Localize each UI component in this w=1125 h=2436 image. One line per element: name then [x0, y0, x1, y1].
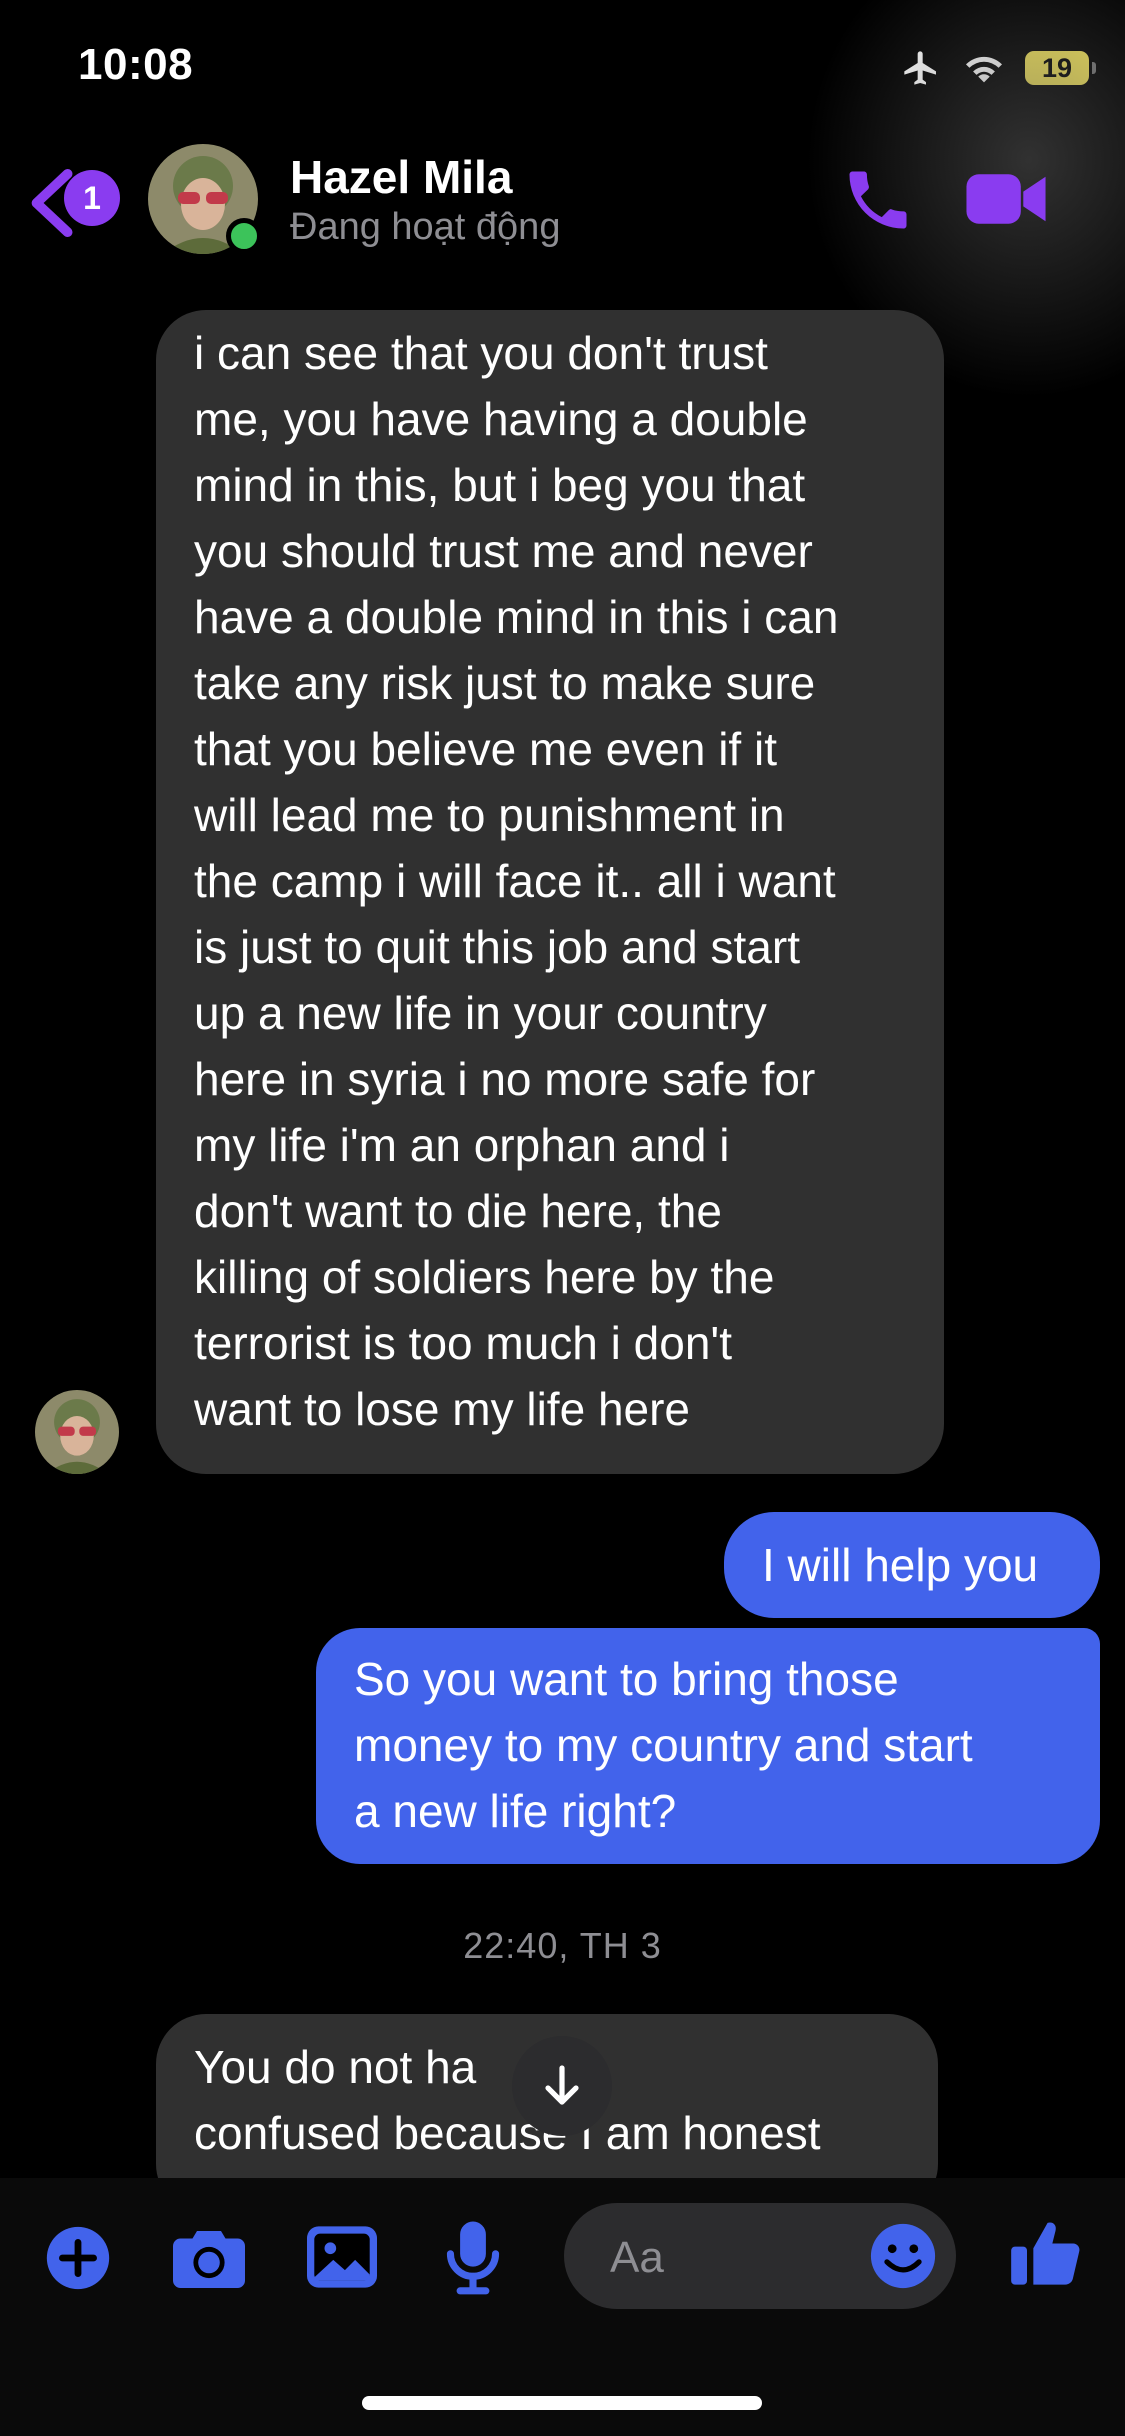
outgoing-message[interactable]: I will help you	[724, 1512, 1100, 1618]
contact-name[interactable]: Hazel Mila	[290, 150, 512, 204]
message-line: will lead me to punishment in	[194, 789, 785, 841]
sender-avatar[interactable]	[35, 1390, 119, 1474]
message-line: I will help you	[762, 1539, 1039, 1591]
emoji-icon[interactable]	[868, 2221, 938, 2291]
message-line: the camp i will face it.. all i want	[194, 855, 836, 907]
message-line: So you want to bring those	[354, 1653, 899, 1705]
message-line: that you believe me even if it	[194, 723, 777, 775]
message-timestamp: 22:40, TH 3	[463, 1925, 662, 1966]
microphone-icon[interactable]	[444, 2218, 502, 2296]
message-line: want to lose my life here	[194, 1383, 691, 1435]
conversation-header: 1 Hazel Mila Đang hoạt động	[0, 0, 1125, 400]
arrow-down-icon	[545, 2065, 579, 2105]
message-line: a new life right?	[354, 1785, 677, 1837]
message-composer: Aa	[0, 2178, 1125, 2436]
online-indicator	[226, 218, 262, 254]
message-line: you should trust me and never	[194, 525, 813, 577]
status-time: 10:08	[78, 40, 194, 89]
scroll-to-bottom-button[interactable]	[512, 2036, 612, 2136]
message-line: killing of soldiers here by the	[194, 1251, 775, 1303]
contact-status: Đang hoạt động	[290, 206, 561, 248]
message-line: don't want to die here, the	[194, 1185, 722, 1237]
message-line: my life i'm an orphan and i	[194, 1119, 730, 1171]
message-line: is just to quit this job and start	[194, 921, 800, 973]
message-input[interactable]: Aa	[564, 2203, 956, 2309]
message-line: here in syria i no more safe for	[194, 1053, 816, 1105]
phone-call-icon[interactable]	[840, 162, 916, 238]
unread-badge[interactable]: 1	[64, 170, 120, 226]
message-input-placeholder: Aa	[610, 2233, 664, 2282]
video-call-icon[interactable]	[964, 168, 1048, 230]
plus-icon[interactable]	[44, 2224, 112, 2292]
message-line: i can see that you don't trust	[194, 327, 768, 379]
incoming-message[interactable]: i can see that you don't trust me, you h…	[156, 310, 944, 1474]
camera-icon[interactable]	[170, 2224, 248, 2292]
outgoing-message[interactable]: So you want to bring those money to my c…	[316, 1628, 1100, 1864]
message-line: up a new life in your country	[194, 987, 767, 1039]
message-line: have a double mind in this i can	[194, 591, 839, 643]
message-line: take any risk just to make sure	[194, 657, 816, 709]
message-line: mind in this, but i beg you that	[194, 459, 806, 511]
thumbs-up-icon[interactable]	[1008, 2214, 1084, 2292]
message-line: me, you have having a double	[194, 393, 808, 445]
image-icon[interactable]	[304, 2222, 380, 2292]
home-indicator[interactable]	[362, 2396, 762, 2410]
message-line: terrorist is too much i don't	[194, 1317, 732, 1369]
message-line: money to my country and start	[354, 1719, 973, 1771]
